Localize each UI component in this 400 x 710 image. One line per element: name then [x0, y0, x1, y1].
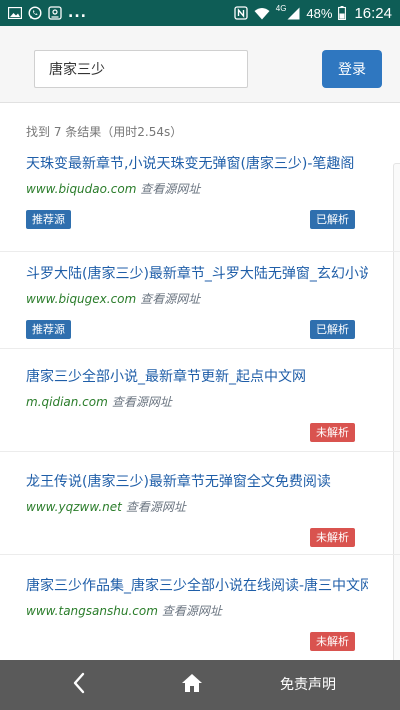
result-source: www.biqugex.com 查看源网址: [26, 290, 200, 307]
divider: [0, 251, 400, 252]
status-badge: 已解析: [310, 320, 355, 339]
divider: [0, 554, 400, 555]
login-button[interactable]: 登录: [322, 50, 382, 88]
status-badge: 未解析: [310, 632, 355, 651]
result-item[interactable]: 斗罗大陆(唐家三少)最新章节_斗罗大陆无弹窗_玄幻小说 www.biqugex.…: [0, 263, 370, 353]
status-badge: 已解析: [310, 210, 355, 229]
result-domain: www.tangsanshu.com: [26, 604, 158, 618]
notification-overflow: ...: [68, 5, 87, 21]
network-type: 4G: [275, 3, 287, 13]
home-button[interactable]: [177, 670, 207, 700]
chevron-left-icon: [72, 672, 86, 698]
battery-icon: [338, 6, 347, 20]
signal-icon: 4G: [275, 3, 301, 20]
divider: [0, 348, 400, 349]
result-summary: 找到 7 条结果（用时2.54s）: [26, 125, 183, 139]
clock: 16:24: [354, 4, 392, 22]
result-title[interactable]: 唐家三少全部小说_最新章节更新_起点中文网: [26, 366, 368, 386]
result-item[interactable]: 龙王传说(唐家三少)最新章节无弹窗全文免费阅读 www.yqzww.net 查看源…: [0, 471, 370, 561]
results-panel: 找到 7 条结果（用时2.54s） 天珠变最新章节,小说天珠变无弹窗(唐家三少)…: [0, 103, 400, 660]
result-title[interactable]: 唐家三少作品集_唐家三少全部小说在线阅读-唐三中文网: [26, 575, 368, 595]
status-bar-right: 4G 48% 16:24: [234, 3, 392, 22]
gallery-icon: [48, 6, 62, 20]
battery-percent: 48%: [306, 5, 333, 21]
result-source: www.tangsanshu.com 查看源网址: [26, 602, 222, 619]
status-badge: 未解析: [310, 423, 355, 442]
nfc-icon: [234, 6, 248, 20]
wifi-icon: [254, 7, 270, 20]
recommended-badge: 推荐源: [26, 320, 71, 339]
view-source-link[interactable]: 查看源网址: [140, 182, 200, 196]
result-source: www.biqudao.com 查看源网址: [26, 180, 200, 197]
result-item[interactable]: 唐家三少作品集_唐家三少全部小说在线阅读-唐三中文网 www.tangsansh…: [0, 575, 370, 660]
result-source: m.qidian.com 查看源网址: [26, 393, 172, 410]
result-domain: m.qidian.com: [26, 395, 108, 409]
result-domain: www.yqzww.net: [26, 500, 122, 514]
recommended-badge: 推荐源: [26, 210, 71, 229]
result-domain: www.biqudao.com: [26, 182, 137, 196]
disclaimer-link[interactable]: 免责声明: [280, 674, 336, 694]
result-item[interactable]: 唐家三少全部小说_最新章节更新_起点中文网 m.qidian.com 查看源网址 …: [0, 366, 370, 456]
side-drawer-edge[interactable]: [393, 163, 400, 660]
result-title[interactable]: 天珠变最新章节,小说天珠变无弹窗(唐家三少)-笔趣阁: [26, 153, 368, 173]
result-domain: www.biqugex.com: [26, 292, 137, 306]
status-bar: ... 4G 48% 16:24: [0, 0, 400, 26]
result-title[interactable]: 龙王传说(唐家三少)最新章节无弹窗全文免费阅读: [26, 471, 368, 491]
whatsapp-icon: [28, 6, 42, 20]
view-source-link[interactable]: 查看源网址: [126, 500, 186, 514]
result-source: www.yqzww.net 查看源网址: [26, 498, 186, 515]
result-item[interactable]: 天珠变最新章节,小说天珠变无弹窗(唐家三少)-笔趣阁 www.biqudao.c…: [0, 153, 370, 243]
result-title[interactable]: 斗罗大陆(唐家三少)最新章节_斗罗大陆无弹窗_玄幻小说: [26, 263, 368, 283]
image-icon: [8, 7, 22, 19]
divider: [0, 451, 400, 452]
view-source-link[interactable]: 查看源网址: [112, 395, 172, 409]
view-source-link[interactable]: 查看源网址: [162, 604, 222, 618]
search-header: 登录: [0, 26, 400, 103]
view-source-link[interactable]: 查看源网址: [140, 292, 200, 306]
home-icon: [181, 673, 203, 697]
status-bar-left: ...: [8, 5, 87, 21]
bottom-nav-bar: 免责声明: [0, 660, 400, 710]
search-input[interactable]: [34, 50, 248, 88]
back-button[interactable]: [64, 670, 94, 700]
status-badge: 未解析: [310, 528, 355, 547]
